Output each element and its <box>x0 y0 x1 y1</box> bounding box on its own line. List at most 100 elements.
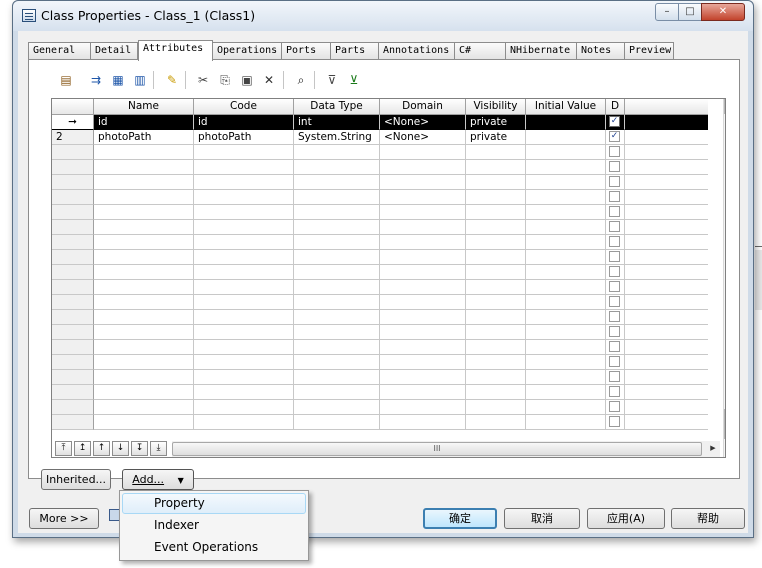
more-button[interactable]: More >> <box>29 508 99 529</box>
cell-data-type[interactable] <box>294 190 380 205</box>
cell-name[interactable] <box>94 265 194 280</box>
row-header[interactable] <box>52 370 94 385</box>
table-row[interactable] <box>52 280 708 295</box>
cell-visibility[interactable] <box>466 340 526 355</box>
table-row[interactable] <box>52 310 708 325</box>
cell-code[interactable] <box>194 325 294 340</box>
cell-name[interactable] <box>94 340 194 355</box>
cell-domain[interactable] <box>380 385 466 400</box>
cell-name[interactable] <box>94 295 194 310</box>
ok-button[interactable]: 确定 <box>423 508 497 529</box>
cell-d[interactable] <box>606 160 625 175</box>
menu-item-event-operations[interactable]: Event Operations <box>122 537 306 558</box>
add-dropdown-button[interactable]: Add... ▼ <box>122 469 194 490</box>
cell-domain[interactable] <box>380 415 466 430</box>
cell-code[interactable] <box>194 250 294 265</box>
cell-code[interactable]: photoPath <box>194 130 294 145</box>
cell-initial-value[interactable] <box>526 205 606 220</box>
cell-data-type[interactable] <box>294 295 380 310</box>
column-header-name[interactable]: Name <box>94 99 194 115</box>
cell-data-type[interactable]: int <box>294 115 380 130</box>
checkbox-d[interactable] <box>609 161 620 172</box>
grid-corner[interactable] <box>52 99 94 115</box>
checkbox-d[interactable] <box>609 341 620 352</box>
cell-d[interactable] <box>606 295 625 310</box>
cell-data-type[interactable] <box>294 175 380 190</box>
tab-annotations[interactable]: Annotations <box>378 42 455 60</box>
cell-domain[interactable]: <None> <box>380 130 466 145</box>
tab-c[interactable]: C# <box>454 42 506 60</box>
table-row[interactable] <box>52 145 708 160</box>
cell-data-type[interactable] <box>294 400 380 415</box>
checkbox-d[interactable] <box>609 236 620 247</box>
cell-code[interactable]: id <box>194 115 294 130</box>
checkbox-d[interactable] <box>609 281 620 292</box>
cell-code[interactable] <box>194 265 294 280</box>
checkbox-d[interactable] <box>609 401 620 412</box>
checkbox-d[interactable] <box>609 311 620 322</box>
cell-visibility[interactable] <box>466 235 526 250</box>
cell-visibility[interactable] <box>466 310 526 325</box>
row-header[interactable] <box>52 355 94 370</box>
row-header[interactable]: ➞ <box>52 115 94 130</box>
cell-name[interactable] <box>94 145 194 160</box>
maximize-button[interactable]: □ <box>678 3 702 21</box>
cell-d[interactable] <box>606 415 625 430</box>
checkbox-d[interactable] <box>609 386 620 397</box>
cell-d[interactable] <box>606 265 625 280</box>
cell-d[interactable] <box>606 280 625 295</box>
cell-initial-value[interactable] <box>526 160 606 175</box>
move-to-top-button[interactable]: ⤒ <box>55 441 72 456</box>
cell-code[interactable] <box>194 415 294 430</box>
tab-general[interactable]: General <box>28 42 91 60</box>
row-header[interactable] <box>52 145 94 160</box>
table-row[interactable] <box>52 385 708 400</box>
cell-domain[interactable] <box>380 175 466 190</box>
cell-data-type[interactable] <box>294 385 380 400</box>
row-header[interactable] <box>52 265 94 280</box>
cell-d[interactable] <box>606 400 625 415</box>
cell-visibility[interactable] <box>466 295 526 310</box>
column-header-data-type[interactable]: Data Type <box>294 99 380 115</box>
table-row[interactable] <box>52 325 708 340</box>
cell-d[interactable] <box>606 235 625 250</box>
cell-code[interactable] <box>194 145 294 160</box>
table-row[interactable] <box>52 370 708 385</box>
table-row[interactable]: ➞ id id int <None> private <box>52 115 708 130</box>
column-header-domain[interactable]: Domain <box>380 99 466 115</box>
cell-visibility[interactable]: private <box>466 115 526 130</box>
cell-code[interactable] <box>194 340 294 355</box>
column-header-initial-value[interactable]: Initial Value <box>526 99 606 115</box>
cell-data-type[interactable] <box>294 250 380 265</box>
insert-row-icon[interactable]: ▦ <box>109 71 127 89</box>
delete-icon[interactable]: ✕ <box>260 71 278 89</box>
row-header[interactable]: 2 <box>52 130 94 145</box>
cell-visibility[interactable] <box>466 220 526 235</box>
table-row[interactable] <box>52 355 708 370</box>
cell-name[interactable] <box>94 235 194 250</box>
properties-icon[interactable]: ▤ <box>57 71 75 89</box>
row-header[interactable] <box>52 205 94 220</box>
cell-name[interactable]: photoPath <box>94 130 194 145</box>
table-row[interactable] <box>52 220 708 235</box>
cell-domain[interactable] <box>380 295 466 310</box>
cell-data-type[interactable] <box>294 160 380 175</box>
cell-code[interactable] <box>194 190 294 205</box>
table-row[interactable]: 2 photoPath photoPath System.String <None> pr… <box>52 130 708 145</box>
tab-operations[interactable]: Operations <box>212 42 282 60</box>
cell-name[interactable] <box>94 160 194 175</box>
cell-name[interactable] <box>94 190 194 205</box>
scroll-down-button[interactable]: ▼ <box>724 424 725 439</box>
cell-data-type[interactable] <box>294 340 380 355</box>
cell-visibility[interactable] <box>466 400 526 415</box>
filter-icon[interactable]: ⊽ <box>323 71 341 89</box>
close-button[interactable]: ✕ <box>701 3 745 21</box>
cell-data-type[interactable] <box>294 415 380 430</box>
table-row[interactable] <box>52 340 708 355</box>
cell-domain[interactable] <box>380 250 466 265</box>
cell-visibility[interactable]: private <box>466 130 526 145</box>
cell-visibility[interactable] <box>466 325 526 340</box>
cell-name[interactable] <box>94 205 194 220</box>
menu-item-property[interactable]: Property <box>122 493 306 514</box>
cell-domain[interactable] <box>380 370 466 385</box>
